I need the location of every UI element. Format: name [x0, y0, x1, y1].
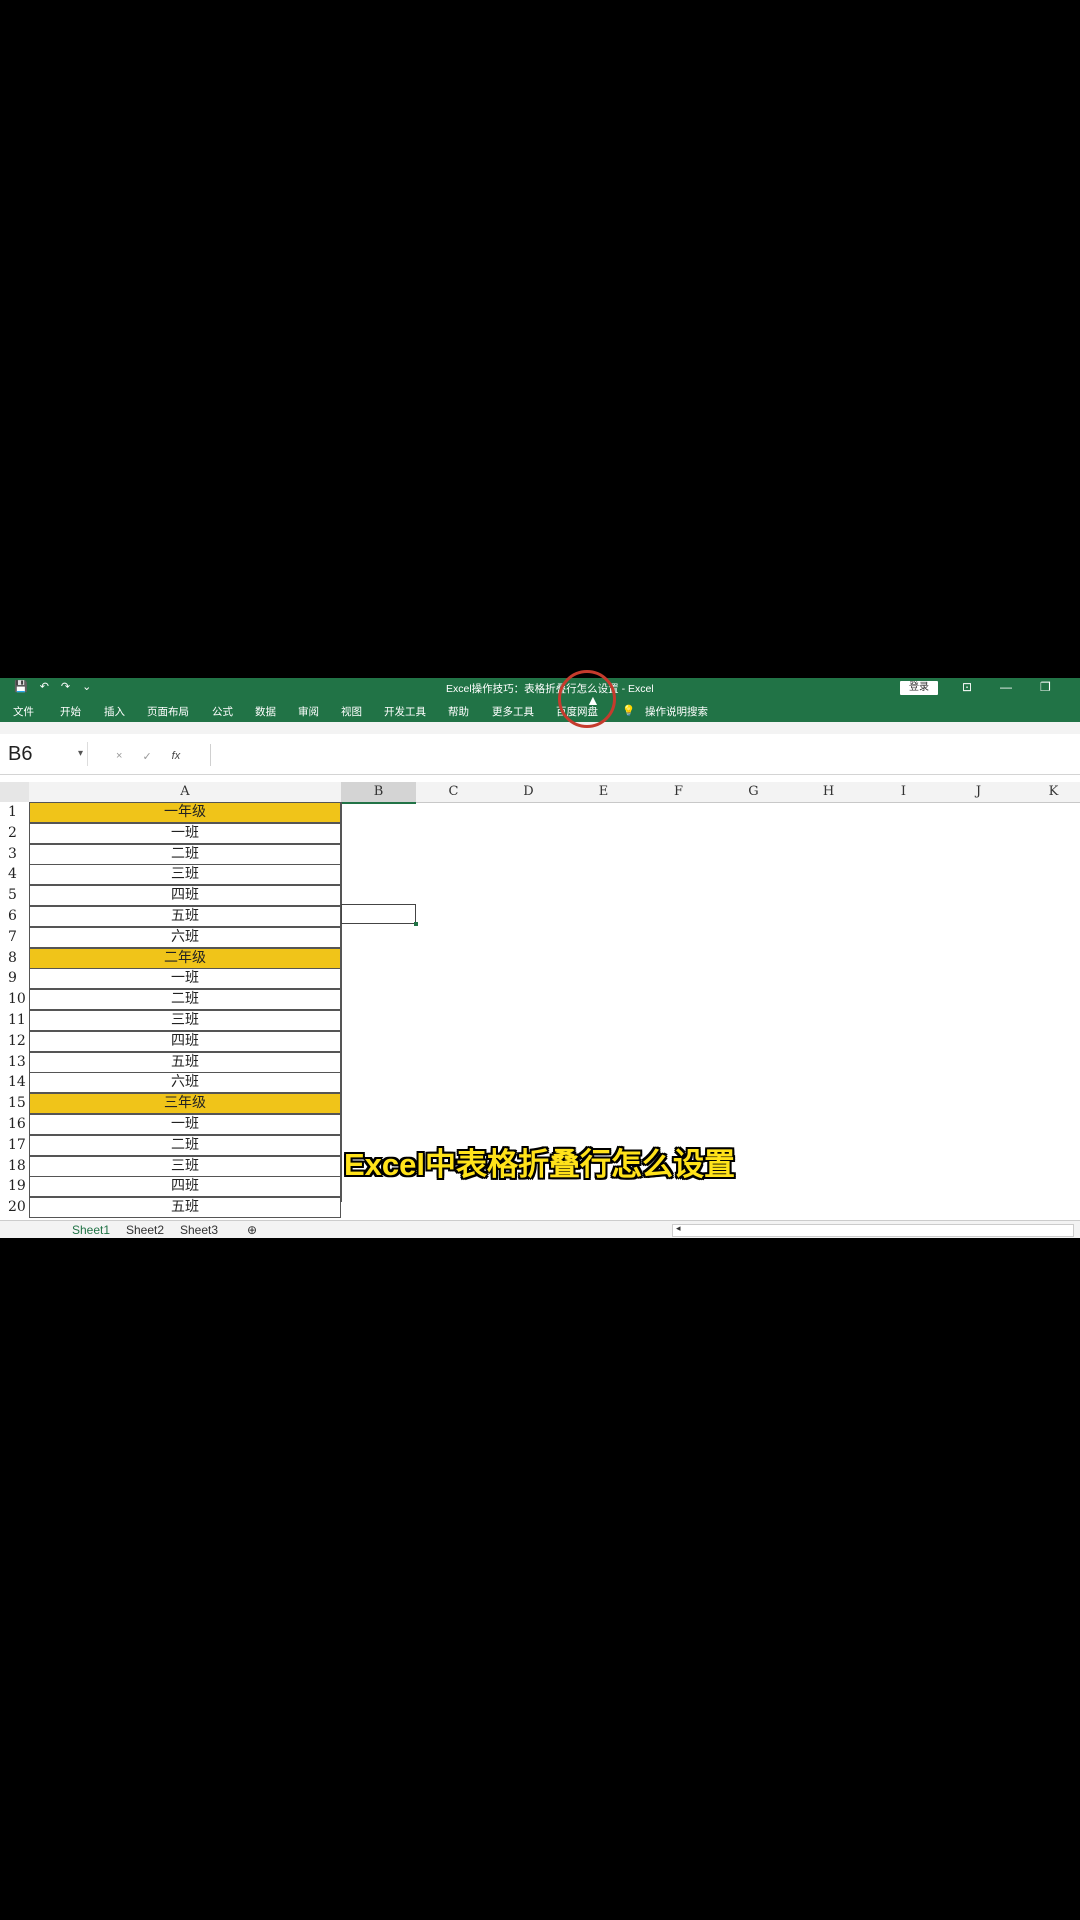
- column-header-c[interactable]: C: [416, 782, 491, 803]
- row-header[interactable]: 17: [0, 1134, 29, 1155]
- grade-header-cell[interactable]: 二年级: [29, 947, 341, 969]
- restore-icon[interactable]: ❐: [1040, 680, 1051, 694]
- sheet-tab-sheet2[interactable]: Sheet2: [126, 1223, 164, 1237]
- column-a-right-border: [341, 802, 342, 1202]
- confirm-icon[interactable]: ✓: [142, 750, 151, 763]
- sheet-tab-sheet3[interactable]: Sheet3: [180, 1223, 218, 1237]
- tab-formulas[interactable]: 公式: [212, 704, 233, 719]
- class-cell[interactable]: 一班: [29, 822, 341, 844]
- tab-insert[interactable]: 插入: [104, 704, 125, 719]
- minimize-icon[interactable]: —: [1000, 680, 1012, 694]
- row-header[interactable]: 14: [0, 1072, 29, 1093]
- redo-icon[interactable]: ↷: [61, 680, 70, 693]
- column-header-b[interactable]: B: [341, 782, 416, 804]
- row-header[interactable]: 16: [0, 1114, 29, 1134]
- class-cell[interactable]: 三班: [29, 1155, 341, 1177]
- class-cell[interactable]: 四班: [29, 1176, 341, 1198]
- row-header[interactable]: 1: [0, 802, 29, 822]
- class-cell[interactable]: 五班: [29, 906, 341, 927]
- class-cell[interactable]: 二班: [29, 989, 341, 1011]
- horizontal-scrollbar[interactable]: [672, 1224, 1074, 1237]
- tab-review[interactable]: 审阅: [298, 704, 319, 719]
- row-header[interactable]: 13: [0, 1051, 29, 1072]
- class-cell[interactable]: 五班: [29, 1051, 341, 1073]
- row-header[interactable]: 2: [0, 822, 29, 843]
- class-cell[interactable]: 六班: [29, 1072, 341, 1094]
- lightbulb-icon: 💡: [622, 705, 636, 717]
- class-cell[interactable]: 四班: [29, 885, 341, 907]
- class-cell[interactable]: 六班: [29, 926, 341, 948]
- ribbon-tabs: 文件 开始 插入 页面布局 公式 数据 审阅 视图 开发工具 帮助 更多工具 百…: [0, 698, 1080, 722]
- video-caption: Excel中表格折叠行怎么设置: [344, 1147, 736, 1182]
- formula-buttons: × ✓ fx: [116, 750, 180, 763]
- ribbon-display-icon[interactable]: ⊡: [962, 680, 972, 694]
- class-cell[interactable]: 四班: [29, 1030, 341, 1052]
- quick-access-toolbar: 💾 ↶ ↷ ⌄: [14, 680, 91, 693]
- class-cell[interactable]: 三班: [29, 1010, 341, 1031]
- grade-header-cell[interactable]: 一年级: [29, 802, 341, 823]
- column-header-k[interactable]: K: [1016, 782, 1080, 803]
- row-header[interactable]: 8: [0, 947, 29, 968]
- tell-me-search[interactable]: 操作说明搜索: [645, 704, 708, 719]
- class-cell[interactable]: 一班: [29, 1114, 341, 1135]
- row-header[interactable]: 19: [0, 1176, 29, 1197]
- add-sheet-icon[interactable]: ⊕: [247, 1223, 257, 1237]
- row-header[interactable]: 18: [0, 1155, 29, 1176]
- class-cell[interactable]: 二班: [29, 1134, 341, 1156]
- tab-view[interactable]: 视图: [341, 704, 362, 719]
- tab-developer[interactable]: 开发工具: [384, 704, 426, 719]
- chevron-down-icon[interactable]: ▾: [78, 742, 83, 766]
- column-header-d[interactable]: D: [491, 782, 566, 803]
- column-header-a[interactable]: A: [29, 782, 341, 803]
- column-header-e[interactable]: E: [566, 782, 641, 803]
- mouse-cursor-icon: ▲: [586, 692, 600, 708]
- tab-help[interactable]: 帮助: [448, 704, 469, 719]
- row-header[interactable]: 15: [0, 1093, 29, 1114]
- undo-icon[interactable]: ↶: [40, 680, 49, 693]
- formula-separator: [210, 744, 211, 766]
- class-cell[interactable]: 三班: [29, 864, 341, 886]
- row-header[interactable]: 10: [0, 989, 29, 1010]
- row-header[interactable]: 12: [0, 1030, 29, 1051]
- row-header[interactable]: 11: [0, 1010, 29, 1030]
- sheet-tab-bar: Sheet1 Sheet2 Sheet3 ⊕ ◂: [0, 1220, 1080, 1238]
- tab-file[interactable]: 文件: [13, 704, 34, 719]
- tab-page-layout[interactable]: 页面布局: [147, 704, 189, 719]
- row-header[interactable]: 4: [0, 864, 29, 885]
- selected-cell-b6[interactable]: [341, 904, 416, 924]
- row-header[interactable]: 6: [0, 906, 29, 926]
- sheet-tab-sheet1[interactable]: Sheet1: [72, 1223, 110, 1237]
- column-header-h[interactable]: H: [791, 782, 866, 803]
- insert-function-icon[interactable]: fx: [172, 750, 181, 763]
- column-header-j[interactable]: J: [941, 782, 1016, 803]
- row-header[interactable]: 7: [0, 926, 29, 947]
- grade-header-cell[interactable]: 三年级: [29, 1093, 341, 1115]
- save-icon[interactable]: 💾: [14, 680, 28, 693]
- name-box[interactable]: B6: [0, 742, 88, 766]
- cancel-icon[interactable]: ×: [116, 750, 122, 763]
- scroll-left-icon[interactable]: ◂: [676, 1223, 681, 1234]
- class-cell[interactable]: 一班: [29, 968, 341, 990]
- tab-data[interactable]: 数据: [255, 704, 276, 719]
- tab-home[interactable]: 开始: [60, 704, 81, 719]
- column-header-g[interactable]: G: [716, 782, 791, 803]
- window-title: Excel操作技巧：表格折叠行怎么设置 - Excel: [446, 683, 654, 695]
- formula-bar: B6 ▾ × ✓ fx: [0, 734, 1080, 775]
- title-bar: 💾 ↶ ↷ ⌄ Excel操作技巧：表格折叠行怎么设置 - Excel 登录 ⊡…: [0, 678, 1080, 698]
- customize-qat-icon[interactable]: ⌄: [82, 680, 91, 693]
- class-cell[interactable]: 五班: [29, 1197, 341, 1219]
- login-button[interactable]: 登录: [900, 681, 938, 695]
- class-cell[interactable]: 二班: [29, 843, 341, 865]
- column-header-f[interactable]: F: [641, 782, 716, 803]
- row-header[interactable]: 3: [0, 843, 29, 864]
- row-header[interactable]: 20: [0, 1197, 29, 1218]
- row-header[interactable]: 9: [0, 968, 29, 989]
- row-header[interactable]: 5: [0, 885, 29, 906]
- fill-handle[interactable]: [414, 922, 418, 926]
- select-all-corner[interactable]: [0, 782, 30, 803]
- tab-more-tools[interactable]: 更多工具: [492, 704, 534, 719]
- column-header-i[interactable]: I: [866, 782, 941, 803]
